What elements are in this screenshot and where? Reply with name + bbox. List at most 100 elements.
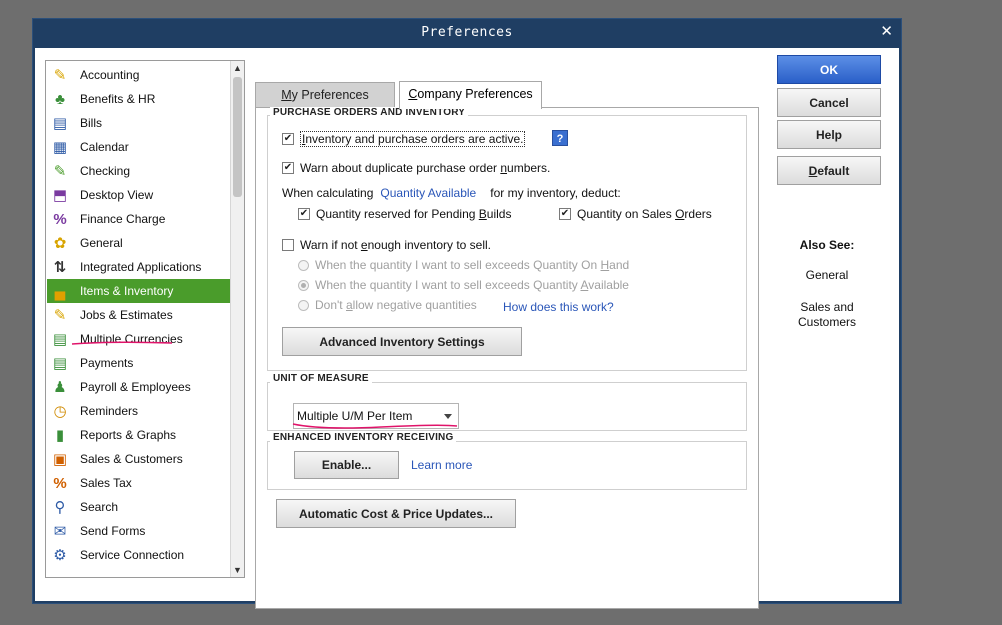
sidebar-item-sales-customers[interactable]: ▣ Sales & Customers (47, 447, 230, 471)
warn-not-enough-checkbox[interactable]: Warn if not enough inventory to sell. (282, 238, 491, 252)
advanced-inventory-settings-button[interactable]: Advanced Inventory Settings (282, 327, 522, 356)
sidebar-item-label: Bills (80, 116, 103, 130)
sidebar-item-sales-tax[interactable]: % Sales Tax (47, 471, 230, 495)
checking-icon: ✎ (53, 163, 67, 180)
search-icon: ⚲ (54, 499, 66, 516)
sidebar-item-search[interactable]: ⚲ Search (47, 495, 230, 519)
warn-not-enough-label: Warn if not enough inventory to sell. (300, 238, 492, 252)
sidebar-item-finance-charge[interactable]: % Finance Charge (47, 207, 230, 231)
ok-button[interactable]: OK (777, 55, 881, 84)
radio-negative-label: Don't allow negative quantities (315, 298, 477, 312)
scroll-down-arrow-icon[interactable]: ▼ (231, 563, 244, 577)
send-forms-icon: ✉ (53, 523, 67, 540)
jobs-estimates-icon: ✎ (53, 307, 67, 324)
accounting-icon: ✎ (53, 67, 67, 84)
sidebar-item-service-connection[interactable]: ⚙ Service Connection (47, 543, 230, 567)
annotation-underline-items (71, 341, 173, 345)
category-list[interactable]: ⚙ Service Connection ✉ Send Forms ⚲ Search% Sa… (45, 60, 245, 578)
sidebar-item-send-forms[interactable]: ✉ Send Forms (47, 519, 230, 543)
sidebar-item-label: Payments (80, 356, 134, 370)
sidebar-item-payroll[interactable]: ♟ Payroll & Employees (47, 375, 230, 399)
sidebar-item-label: Items & Inventory (80, 284, 174, 298)
service-connection-icon: ⚙ (53, 547, 67, 564)
scroll-thumb[interactable] (233, 77, 242, 197)
warn-duplicate-po-checkbox[interactable]: ✔ Warn about duplicate purchase order nu… (282, 161, 550, 175)
radio-icon (298, 299, 309, 311)
learn-more-link[interactable]: Learn more (411, 458, 472, 472)
sidebar-item-jobs-estimates[interactable]: ✎ Jobs & Estimates (47, 303, 230, 327)
checkbox-icon: ✔ (298, 208, 310, 220)
inventory-active-label: Inventory and purchase orders are active… (300, 131, 526, 147)
checkbox-icon (282, 239, 294, 251)
sidebar-item-general[interactable]: ✿ General (47, 231, 230, 255)
chevron-down-icon (444, 414, 452, 419)
finance-charge-icon: % (53, 210, 67, 228)
sidebar-item-label: Payroll & Employees (80, 380, 191, 394)
tab-company-preferences[interactable]: Company Preferences (399, 81, 542, 109)
tab-label: ompany Preferences (417, 87, 533, 101)
checkbox-icon: ✔ (282, 162, 294, 174)
sidebar-item-calendar[interactable]: ▦ Calendar (47, 135, 230, 159)
category-scrollbar[interactable]: ▲ ▼ (230, 61, 244, 577)
radio-selected-icon (298, 279, 309, 291)
cancel-button[interactable]: Cancel (777, 88, 881, 117)
default-label: efault (817, 163, 850, 178)
sidebar-item-label: Desktop View (80, 188, 154, 202)
when-calculating-row: When calculating Quantity Available for … (282, 186, 621, 200)
default-button[interactable]: Default (777, 156, 881, 185)
tab-my-preferences[interactable]: My Preferences (255, 82, 395, 108)
inventory-active-checkbox[interactable]: ✔ Inventory and purchase orders are acti… (282, 131, 526, 147)
sidebar-item-label: Reports & Graphs (80, 428, 177, 442)
default-mnemonic: D (808, 163, 818, 178)
sidebar-item-label: Checking (80, 164, 131, 178)
radio-exceeds-on-hand[interactable]: When the quantity I want to sell exceeds… (298, 258, 629, 272)
items-inventory-icon: ▄ (54, 282, 66, 300)
sidebar-item-desktop-view[interactable]: ⬒ Desktop View (47, 183, 230, 207)
also-see-general-link[interactable]: General (777, 268, 877, 283)
also-see-line1: Sales and (800, 300, 854, 314)
preferences-dialog: Preferences ✕ ⚙ Service Connection ✉ Send F… (32, 18, 902, 609)
sidebar-item-label: Finance Charge (80, 212, 166, 226)
sidebar-item-reports[interactable]: ▮ Reports & Graphs (47, 423, 230, 447)
sidebar-item-bills[interactable]: ▤ Bills (47, 111, 230, 135)
sidebar-item-label: Send Forms (80, 524, 146, 538)
sidebar-item-accounting[interactable]: ✎ Accounting (47, 63, 230, 87)
sidebar-item-reminders[interactable]: ◷ Reminders (47, 399, 230, 423)
sidebar-item-payments[interactable]: ▤ Payments (47, 351, 230, 375)
title-bar[interactable]: Preferences (33, 19, 901, 47)
annotation-underline-uom (292, 423, 458, 429)
radio-dont-allow-negative[interactable]: Don't allow negative quantities (298, 298, 477, 312)
qty-sales-orders-checkbox[interactable]: ✔ Quantity on Sales Orders (559, 207, 712, 221)
enable-button[interactable]: Enable... (294, 451, 399, 479)
benefits-icon: ♣ (55, 90, 65, 108)
integrated-apps-icon: ⇅ (53, 259, 67, 276)
sidebar-item-label: Sales Tax (80, 476, 132, 490)
quantity-available-link[interactable]: Quantity Available (380, 186, 476, 200)
help-question-icon[interactable]: ? (552, 130, 568, 146)
reminders-icon: ◷ (53, 403, 67, 420)
checkbox-icon: ✔ (559, 208, 571, 220)
sidebar-item-label: Search (80, 500, 119, 514)
sidebar-item-checking[interactable]: ✎ Checking (47, 159, 230, 183)
general-icon: ✿ (53, 235, 67, 252)
qty-pending-builds-label: Quantity reserved for Pending Builds (316, 207, 512, 221)
sales-tax-icon: % (53, 474, 67, 492)
sidebar-item-benefits[interactable]: ♣ Benefits & HR (47, 87, 230, 111)
enhanced-receiving-title: ENHANCED INVENTORY RECEIVING (270, 432, 457, 443)
sidebar-item-items-inventory[interactable]: ▄ Items & Inventory (47, 279, 230, 303)
how-does-this-work-link[interactable]: How does this work? (503, 300, 614, 314)
automatic-cost-price-updates-button[interactable]: Automatic Cost & Price Updates... (276, 499, 516, 528)
close-icon[interactable]: ✕ (880, 22, 893, 40)
also-see-title: Also See: (799, 238, 855, 252)
qty-pending-builds-checkbox[interactable]: ✔ Quantity reserved for Pending Builds (298, 207, 511, 221)
when-calculating-label: When calculating (282, 186, 374, 200)
desktop-view-icon: ⬒ (52, 187, 68, 204)
help-button[interactable]: Help (777, 120, 881, 149)
tab-mnemonic: M (281, 88, 292, 102)
sidebar-item-label: General (80, 236, 123, 250)
sidebar-item-integrated-apps[interactable]: ⇅ Integrated Applications (47, 255, 230, 279)
also-see-sales-customers-link[interactable]: Sales and Customers (777, 300, 877, 330)
scroll-up-arrow-icon[interactable]: ▲ (231, 61, 244, 75)
sidebar-item-currencies[interactable]: ▤ Multiple Currencies (47, 327, 230, 351)
radio-exceeds-available[interactable]: When the quantity I want to sell exceeds… (298, 278, 629, 292)
